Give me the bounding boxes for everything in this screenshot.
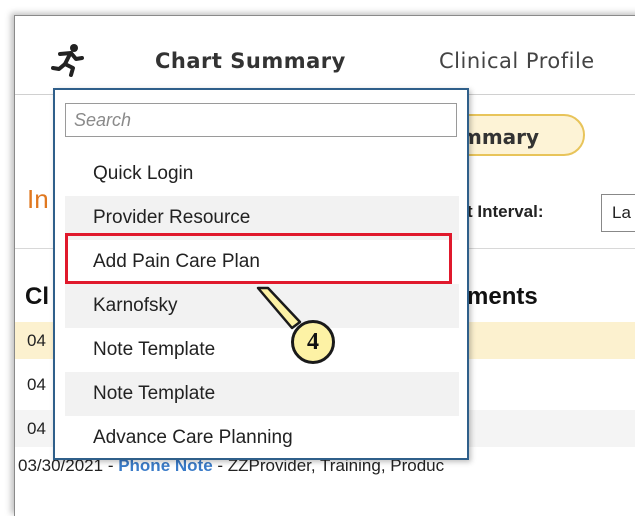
callout-pointer [256, 286, 302, 330]
callout-step-badge: 4 [291, 320, 335, 364]
